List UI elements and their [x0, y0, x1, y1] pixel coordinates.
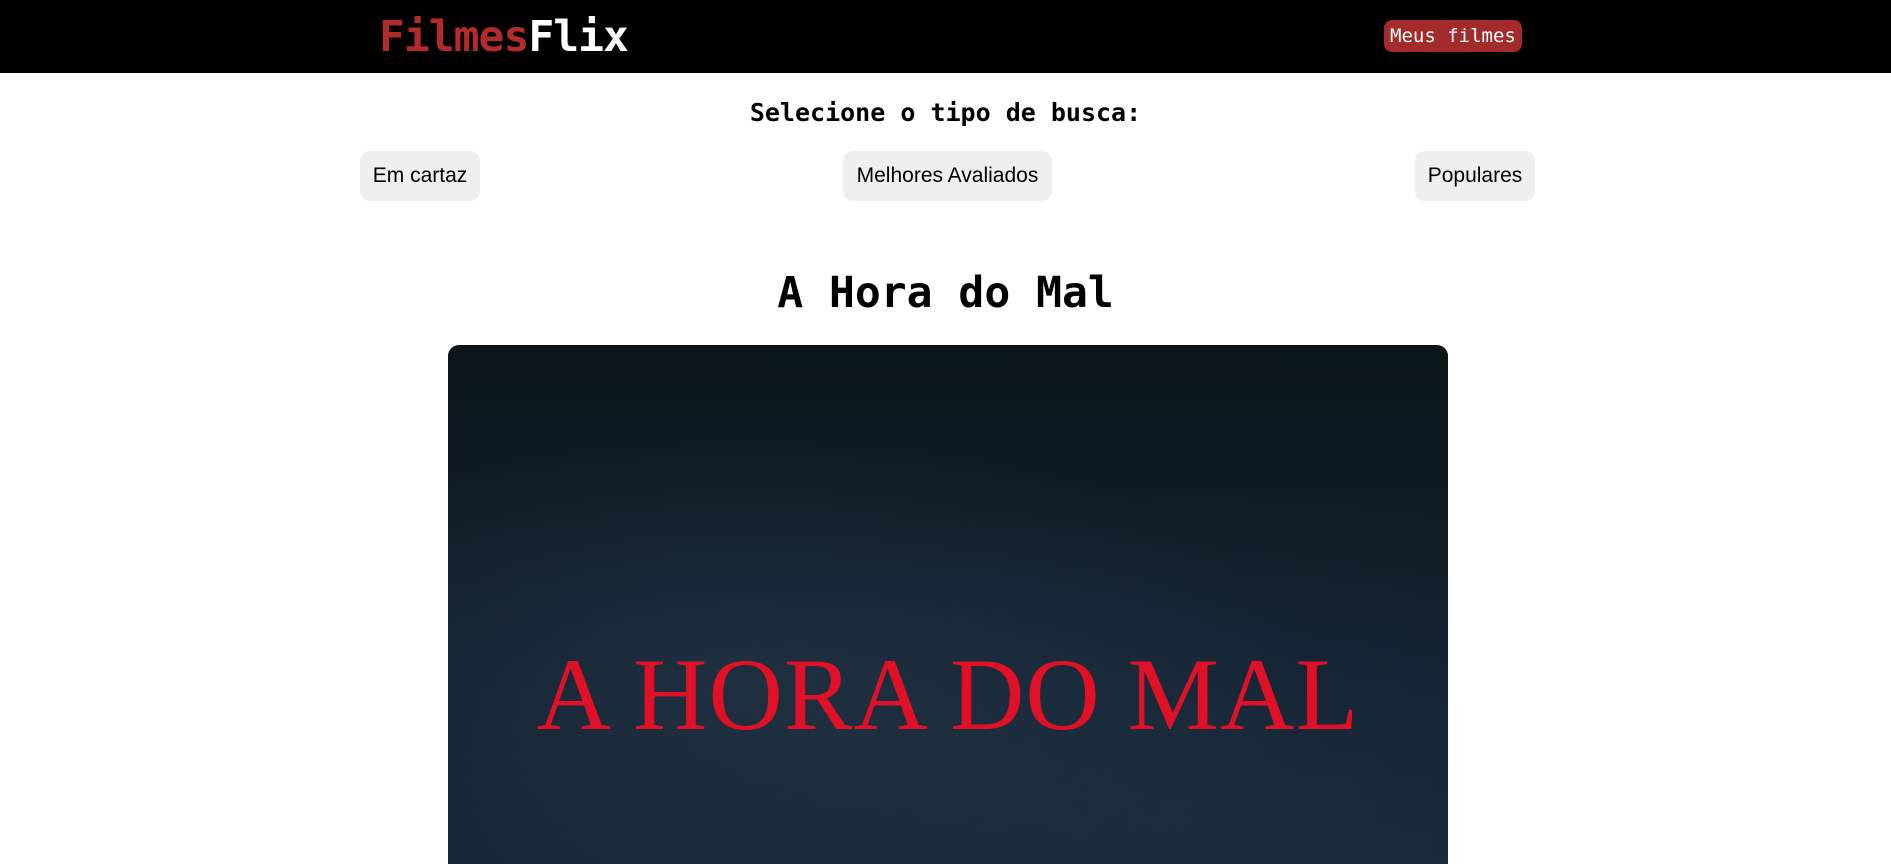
- movie-title[interactable]: A Hora do Mal: [0, 266, 1891, 320]
- movie-poster[interactable]: A HORA DO MAL: [448, 345, 1448, 864]
- top-rated-button[interactable]: Melhores Avaliados: [843, 151, 1052, 201]
- brand-logo-part1: Filmes: [379, 12, 529, 62]
- brand-logo-part2: Flix: [528, 12, 629, 62]
- my-movies-button[interactable]: Meus filmes: [1384, 20, 1522, 52]
- popular-button[interactable]: Populares: [1415, 151, 1535, 201]
- brand-logo[interactable]: FilmesFlix: [379, 10, 629, 64]
- now-playing-button[interactable]: Em cartaz: [360, 151, 480, 201]
- top-navbar: FilmesFlix Meus filmes: [0, 0, 1891, 73]
- poster-title-text: A HORA DO MAL: [536, 638, 1360, 752]
- search-type-heading: Selecione o tipo de busca:: [749, 98, 1142, 127]
